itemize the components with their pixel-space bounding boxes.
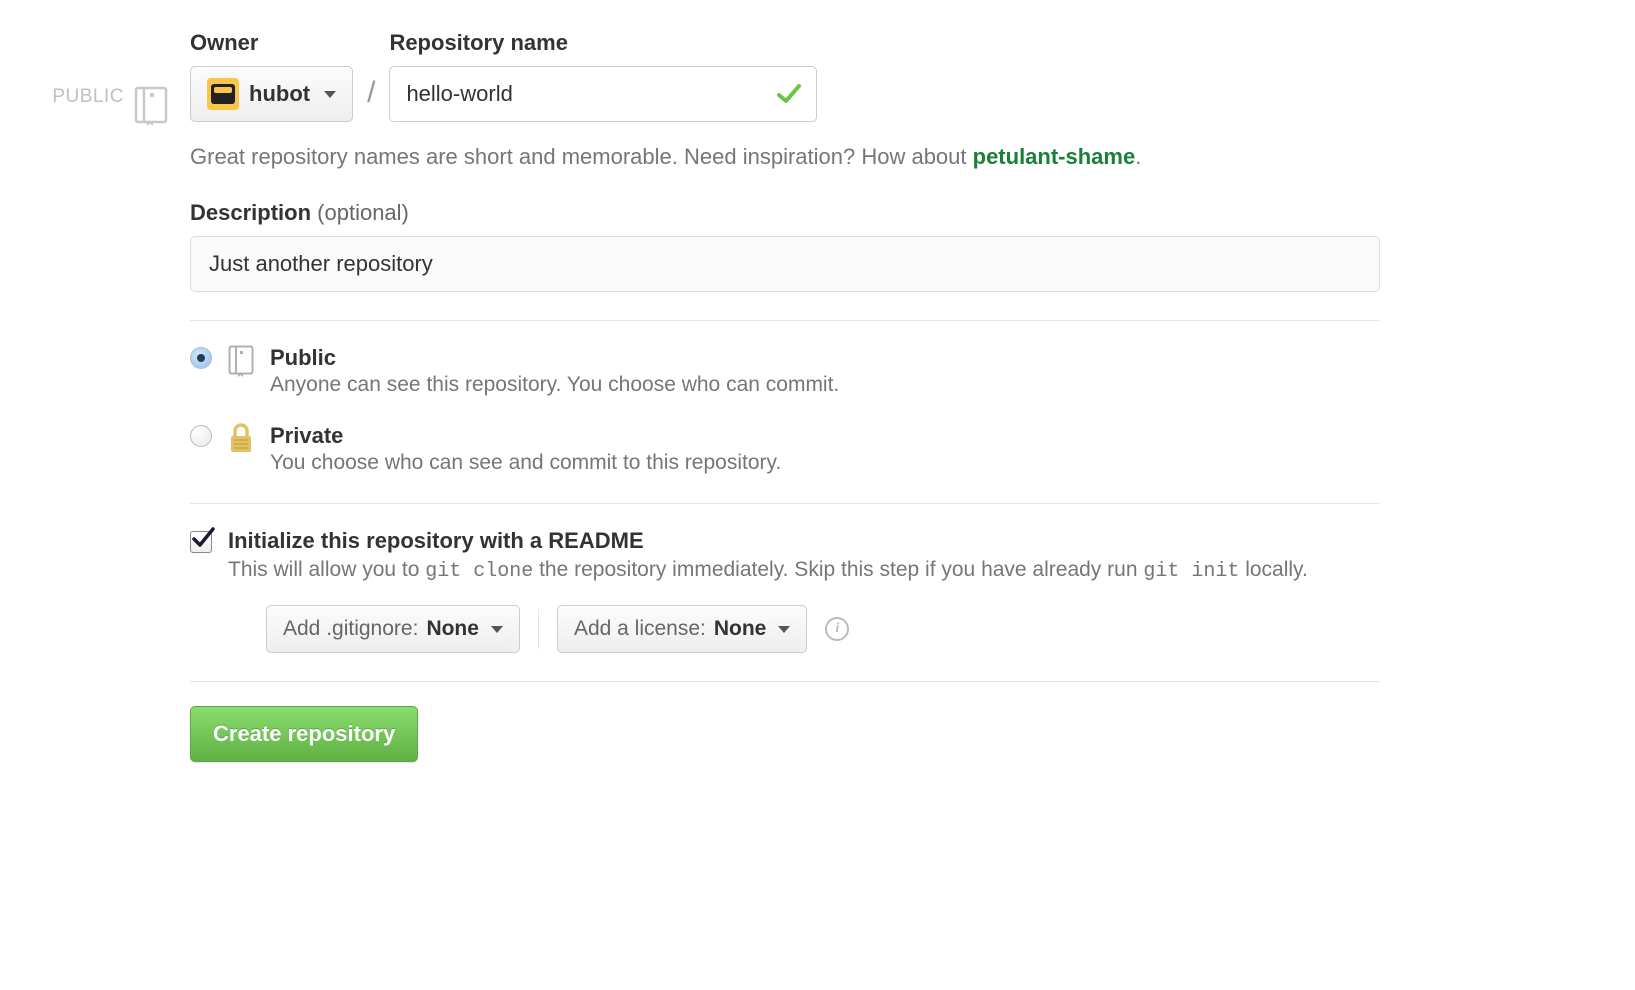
divider [190, 681, 1380, 682]
caret-down-icon [324, 91, 336, 98]
valid-check-icon [777, 84, 801, 104]
repo-name-input[interactable] [389, 66, 817, 122]
initialize-readme-title: Initialize this repository with a README [228, 528, 1380, 554]
license-info-icon[interactable]: i [825, 617, 849, 641]
divider-vertical [538, 609, 539, 649]
gitignore-select[interactable]: Add .gitignore: None [266, 605, 520, 653]
owner-label: Owner [190, 30, 353, 56]
initialize-readme-checkbox[interactable] [190, 531, 212, 553]
visibility-public-desc: Anyone can see this repository. You choo… [270, 373, 1380, 397]
license-select[interactable]: Add a license: None [557, 605, 807, 653]
name-hint: Great repository names are short and mem… [190, 144, 1380, 170]
visibility-sidebar-label: PUBLIC [52, 86, 124, 108]
owner-select[interactable]: hubot [190, 66, 353, 122]
visibility-public-title: Public [270, 345, 1380, 371]
lock-icon [226, 423, 256, 453]
description-input[interactable] [190, 236, 1380, 292]
public-repo-icon [226, 345, 256, 377]
visibility-public-radio[interactable] [190, 347, 212, 369]
owner-selected-name: hubot [249, 81, 310, 107]
repo-name-label: Repository name [389, 30, 817, 56]
owner-avatar [207, 78, 239, 110]
divider [190, 503, 1380, 504]
create-repository-button[interactable]: Create repository [190, 706, 418, 762]
caret-down-icon [778, 626, 790, 633]
divider [190, 320, 1380, 321]
public-repo-icon [134, 86, 168, 126]
caret-down-icon [491, 626, 503, 633]
description-label: Description (optional) [190, 200, 1380, 226]
name-suggestion-link[interactable]: petulant-shame [973, 144, 1136, 169]
initialize-readme-desc: This will allow you to git clone the rep… [228, 558, 1380, 583]
visibility-private-title: Private [270, 423, 1380, 449]
visibility-private-desc: You choose who can see and commit to thi… [270, 451, 1380, 475]
visibility-private-radio[interactable] [190, 425, 212, 447]
owner-name-separator: / [367, 76, 375, 122]
